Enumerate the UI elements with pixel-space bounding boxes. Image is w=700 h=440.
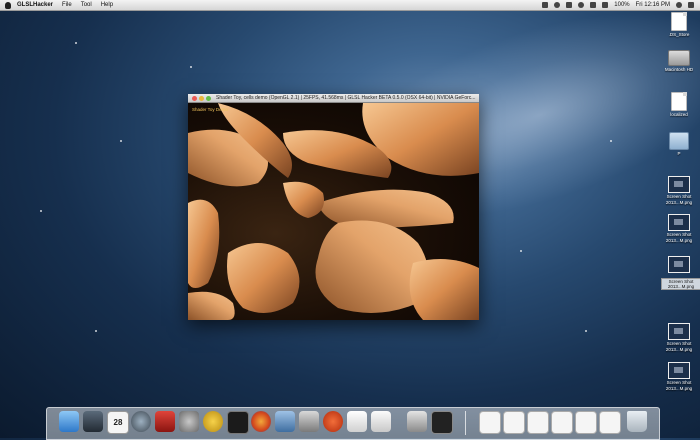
star [585,330,587,332]
shader-window[interactable]: Shader Toy, cells demo (OpenGL 2.1) | 25… [188,94,479,320]
image-file-icon [668,362,690,379]
desktop-icon-screenshot[interactable]: Screen Shot 2013...M.png [659,362,699,392]
desktop-icon-label: Screen Shot 2013...M.png [665,380,693,391]
star [40,210,42,212]
finder-icon[interactable] [59,411,79,432]
menu-help[interactable]: Help [101,2,113,8]
dock-document-icon[interactable] [479,411,501,434]
desktop-icon-label: .DS_Store [668,32,690,37]
terminal-icon[interactable] [227,411,249,434]
shader-render-canvas[interactable]: Shader Toy Demo [188,103,479,320]
zoom-button[interactable] [206,95,211,101]
display-icon[interactable] [542,2,549,8]
minimize-button[interactable] [199,95,204,101]
star [190,66,192,68]
preview-icon[interactable] [299,411,319,432]
desktop-icon-localized[interactable]: localized [659,92,699,118]
xcode-icon[interactable] [275,411,295,432]
document-icon [671,92,687,111]
dock-screenshot-icon[interactable] [431,411,453,434]
document-icon [671,12,687,31]
image-file-icon [668,214,690,231]
image-file-icon [668,256,690,273]
desktop-icon-label: Screen Shot 2013...M.png [665,232,693,243]
star [610,140,612,142]
facetime-icon[interactable] [131,411,151,432]
trash-icon[interactable] [627,411,647,432]
menu-tool[interactable]: Tool [81,2,92,8]
desktop-icon-screenshot[interactable]: Screen Shot 2013...M.png [659,323,699,353]
star [520,250,522,252]
system-preferences-icon[interactable] [179,411,199,432]
volume-icon[interactable] [590,2,597,8]
bluetooth-icon[interactable] [566,2,573,8]
dashboard-icon[interactable] [83,411,103,432]
tooltip: Screen Shot 2013...M.png [661,278,700,290]
desktop-icon-ds-store[interactable]: .DS_Store [659,12,699,38]
pages-icon[interactable] [371,411,391,432]
battery-percent[interactable]: 100% [614,2,629,8]
close-button[interactable] [192,95,197,101]
textedit-icon[interactable] [347,411,367,432]
desktop-icon-label: Macintosh HD [664,67,694,72]
star [120,140,122,142]
apple-icon[interactable] [5,1,11,9]
desktop-icon-screenshot[interactable] [659,256,699,273]
dock-document-icon[interactable] [407,411,427,432]
notification-center-icon[interactable] [688,2,694,8]
window-title-bar[interactable]: Shader Toy, cells demo (OpenGL 2.1) | 25… [188,94,479,103]
dock-document-icon[interactable] [599,411,621,434]
menu-app-name[interactable]: GLSLHacker [17,2,53,8]
spotlight-icon[interactable] [676,2,682,8]
desktop-icon-label: P [677,151,681,156]
calendar-icon[interactable]: 28 [107,411,129,434]
time-machine-icon[interactable] [554,2,561,8]
firefox-icon[interactable] [251,411,271,432]
image-file-icon [668,176,690,193]
shader-overlay-text: Shader Toy Demo [192,107,228,112]
window-title: Shader Toy, cells demo (OpenGL 2.1) | 25… [216,95,476,101]
image-file-icon [668,323,690,340]
dock-document-icon[interactable] [575,411,597,434]
hard-drive-icon [668,50,690,66]
battery-icon[interactable] [602,2,609,8]
desktop-icon-label: Screen Shot 2013...M.png [665,194,693,205]
menu-bar: GLSLHacker File Tool Help 100% Fri 12:16… [0,0,700,11]
dock-document-icon[interactable] [551,411,573,434]
cells-render [188,103,479,320]
desktop-icon-p-folder[interactable]: P [659,132,699,157]
star [75,42,77,44]
dock: 28 [46,407,660,440]
fruit-app-icon[interactable] [323,411,343,432]
wifi-icon[interactable] [578,2,585,8]
dock-document-icon[interactable] [527,411,549,434]
dock-separator [465,411,466,435]
desktop-icon-screenshot[interactable]: Screen Shot 2013...M.png [659,176,699,206]
dock-document-icon[interactable] [503,411,525,434]
photo-booth-icon[interactable] [155,411,175,432]
glsl-hacker-icon[interactable] [203,411,223,432]
desktop-icon-macintosh-hd[interactable]: Macintosh HD [659,50,699,73]
desktop-icon-screenshot[interactable]: Screen Shot 2013...M.png [659,214,699,244]
menu-clock[interactable]: Fri 12:16 PM [636,2,670,8]
desktop-icon-label: Screen Shot 2013...M.png [665,341,693,352]
desktop-icon-label: localized [670,112,688,117]
folder-icon [669,132,689,150]
menu-file[interactable]: File [62,2,72,8]
star [95,330,97,332]
